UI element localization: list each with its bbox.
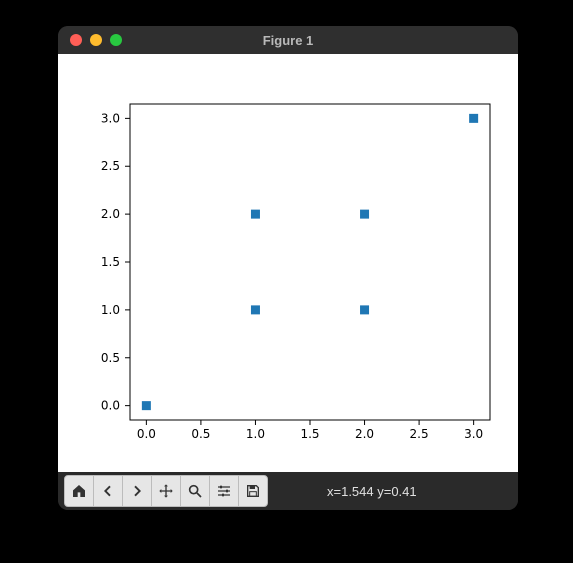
- sliders-icon: [216, 483, 232, 499]
- magnify-icon: [187, 483, 203, 499]
- window-title: Figure 1: [58, 33, 518, 48]
- arrow-left-icon: [100, 483, 116, 499]
- data-point: [469, 114, 478, 123]
- x-tick-label: 0.5: [191, 427, 210, 441]
- configure-button[interactable]: [209, 475, 239, 507]
- y-tick-label: 1.0: [101, 303, 120, 317]
- x-tick-label: 1.5: [300, 427, 319, 441]
- arrow-right-icon: [129, 483, 145, 499]
- y-tick-label: 2.0: [101, 207, 120, 221]
- close-icon[interactable]: [70, 34, 82, 46]
- titlebar[interactable]: Figure 1: [58, 26, 518, 54]
- forward-button[interactable]: [122, 475, 152, 507]
- zoom-button[interactable]: [180, 475, 210, 507]
- x-tick-label: 1.0: [246, 427, 265, 441]
- x-tick-label: 3.0: [464, 427, 483, 441]
- y-tick-label: 3.0: [101, 111, 120, 125]
- y-tick-label: 1.5: [101, 255, 120, 269]
- save-button[interactable]: [238, 475, 268, 507]
- y-tick-label: 0.5: [101, 351, 120, 365]
- x-tick-label: 0.0: [137, 427, 156, 441]
- nav-toolbar: x=1.544 y=0.41: [58, 472, 518, 510]
- x-tick-label: 2.0: [355, 427, 374, 441]
- plot-canvas[interactable]: 0.0 0.5 1.0 1.5 2.0 2.5 3.0 0.0 0.5 1.0 1.5 2.0 2.5 3…: [58, 54, 518, 472]
- cursor-coords: x=1.544 y=0.41: [327, 484, 417, 499]
- back-button[interactable]: [93, 475, 123, 507]
- y-tick-label: 0.0: [101, 399, 120, 413]
- x-tick-label: 2.5: [410, 427, 429, 441]
- home-icon: [71, 483, 87, 499]
- figure-window: Figure 1 0.0 0.5 1.0 1.5 2.0 2.5 3.0 0.0 0.5 1.0 1…: [58, 26, 518, 510]
- home-button[interactable]: [64, 475, 94, 507]
- data-point: [251, 210, 260, 219]
- data-point: [360, 305, 369, 314]
- save-icon: [245, 483, 261, 499]
- zoom-icon[interactable]: [110, 34, 122, 46]
- scatter-chart: 0.0 0.5 1.0 1.5 2.0 2.5 3.0 0.0 0.5 1.0 1.5 2.0 2.5 3…: [58, 54, 518, 472]
- data-point: [360, 210, 369, 219]
- window-controls: [58, 34, 122, 46]
- y-tick-label: 2.5: [101, 159, 120, 173]
- move-icon: [158, 483, 174, 499]
- data-point: [251, 305, 260, 314]
- data-point: [142, 401, 151, 410]
- pan-button[interactable]: [151, 475, 181, 507]
- minimize-icon[interactable]: [90, 34, 102, 46]
